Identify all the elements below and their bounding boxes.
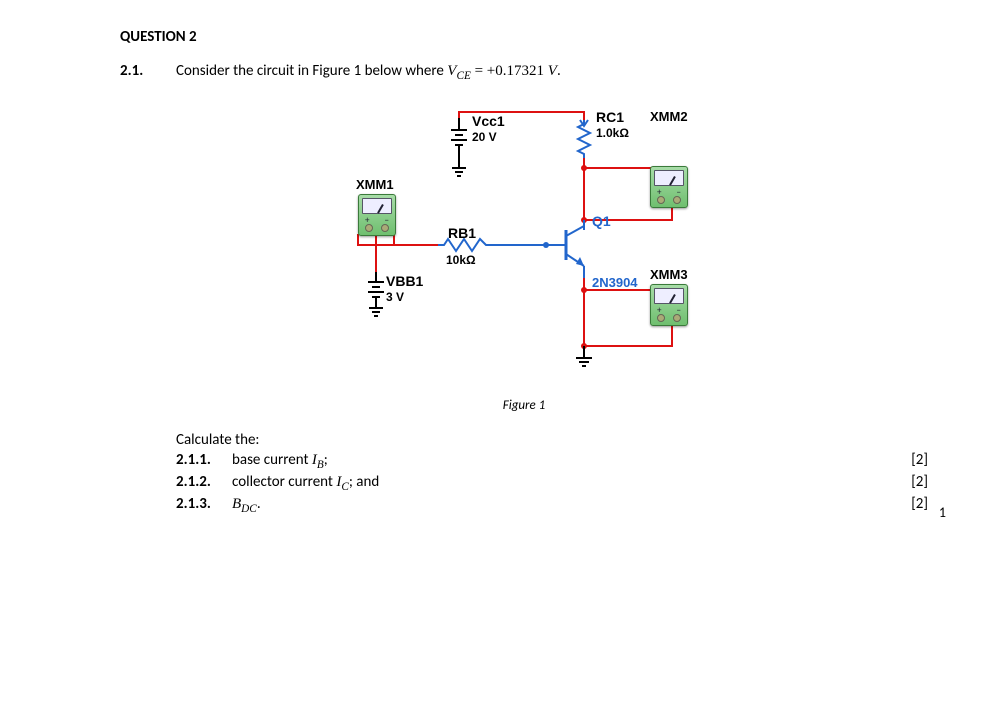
rc1-symbol <box>578 120 590 158</box>
item-body: BDC. <box>232 495 888 515</box>
subq-body: Consider the circuit in Figure 1 below w… <box>176 62 928 82</box>
item-num: 2.1.3. <box>176 495 232 513</box>
page-number: 1 <box>939 504 946 521</box>
q1-symbol <box>546 220 584 278</box>
item-marks: [2] <box>888 495 928 513</box>
circuit-diagram: +− +− +− Vcc120 V RC11.0kΩ RB1 10kΩ <box>324 102 724 392</box>
rc1-label: RC11.0kΩ <box>596 110 629 141</box>
calc-item-2.1.2: 2.1.2. collector current IC; and [2] <box>176 473 928 493</box>
subq-number: 2.1. <box>120 62 176 80</box>
prompt-suffix: . <box>557 62 561 80</box>
item-marks: [2] <box>888 473 928 491</box>
prompt-prefix: Consider the circuit in Figure 1 below w… <box>176 62 447 80</box>
calc-item-2.1.1: 2.1.1. base current IB; [2] <box>176 451 928 471</box>
xmm1-meter: +− <box>358 194 396 236</box>
item-num: 2.1.2. <box>176 473 232 491</box>
vbb1-symbol <box>368 272 384 316</box>
xmm2-label: XMM2 <box>650 110 688 124</box>
page-content: QUESTION 2 2.1. Consider the circuit in … <box>120 28 928 515</box>
xmm1-label: XMM1 <box>356 178 394 192</box>
calculate-heading: Calculate the: <box>176 431 928 449</box>
calc-items: 2.1.1. base current IB; [2] 2.1.2. colle… <box>176 451 928 515</box>
vcc1-symbol <box>451 118 467 176</box>
item-body: base current IB; <box>232 451 888 471</box>
item-marks: [2] <box>888 451 928 469</box>
vce-unit: V <box>548 63 557 79</box>
figure-1: +− +− +− Vcc120 V RC11.0kΩ RB1 10kΩ <box>120 102 928 392</box>
question-2.1: 2.1. Consider the circuit in Figure 1 be… <box>120 62 928 82</box>
vcc1-label: Vcc120 V <box>472 114 505 145</box>
xmm3-label: XMM3 <box>650 268 688 282</box>
q1-label: Q1 <box>592 214 611 229</box>
vce-sub: CE <box>456 70 470 82</box>
rb1-label: RB1 <box>448 226 476 241</box>
circuit-svg <box>324 102 724 392</box>
item-body: collector current IC; and <box>232 473 888 493</box>
figure-caption: Figure 1 <box>120 398 928 413</box>
question-title: QUESTION 2 <box>120 28 928 46</box>
calc-item-2.1.3: 2.1.3. BDC. [2] <box>176 495 928 515</box>
q1-part: 2N3904 <box>592 276 638 290</box>
rb1-value: 10kΩ <box>446 254 476 267</box>
xmm2-meter: +− <box>650 166 688 208</box>
xmm3-meter: +− <box>650 284 688 326</box>
vce-eq: = +0.17321 <box>471 63 548 79</box>
emitter-ground <box>576 346 592 366</box>
vbb1-label: VBB13 V <box>386 274 423 305</box>
item-num: 2.1.1. <box>176 451 232 469</box>
